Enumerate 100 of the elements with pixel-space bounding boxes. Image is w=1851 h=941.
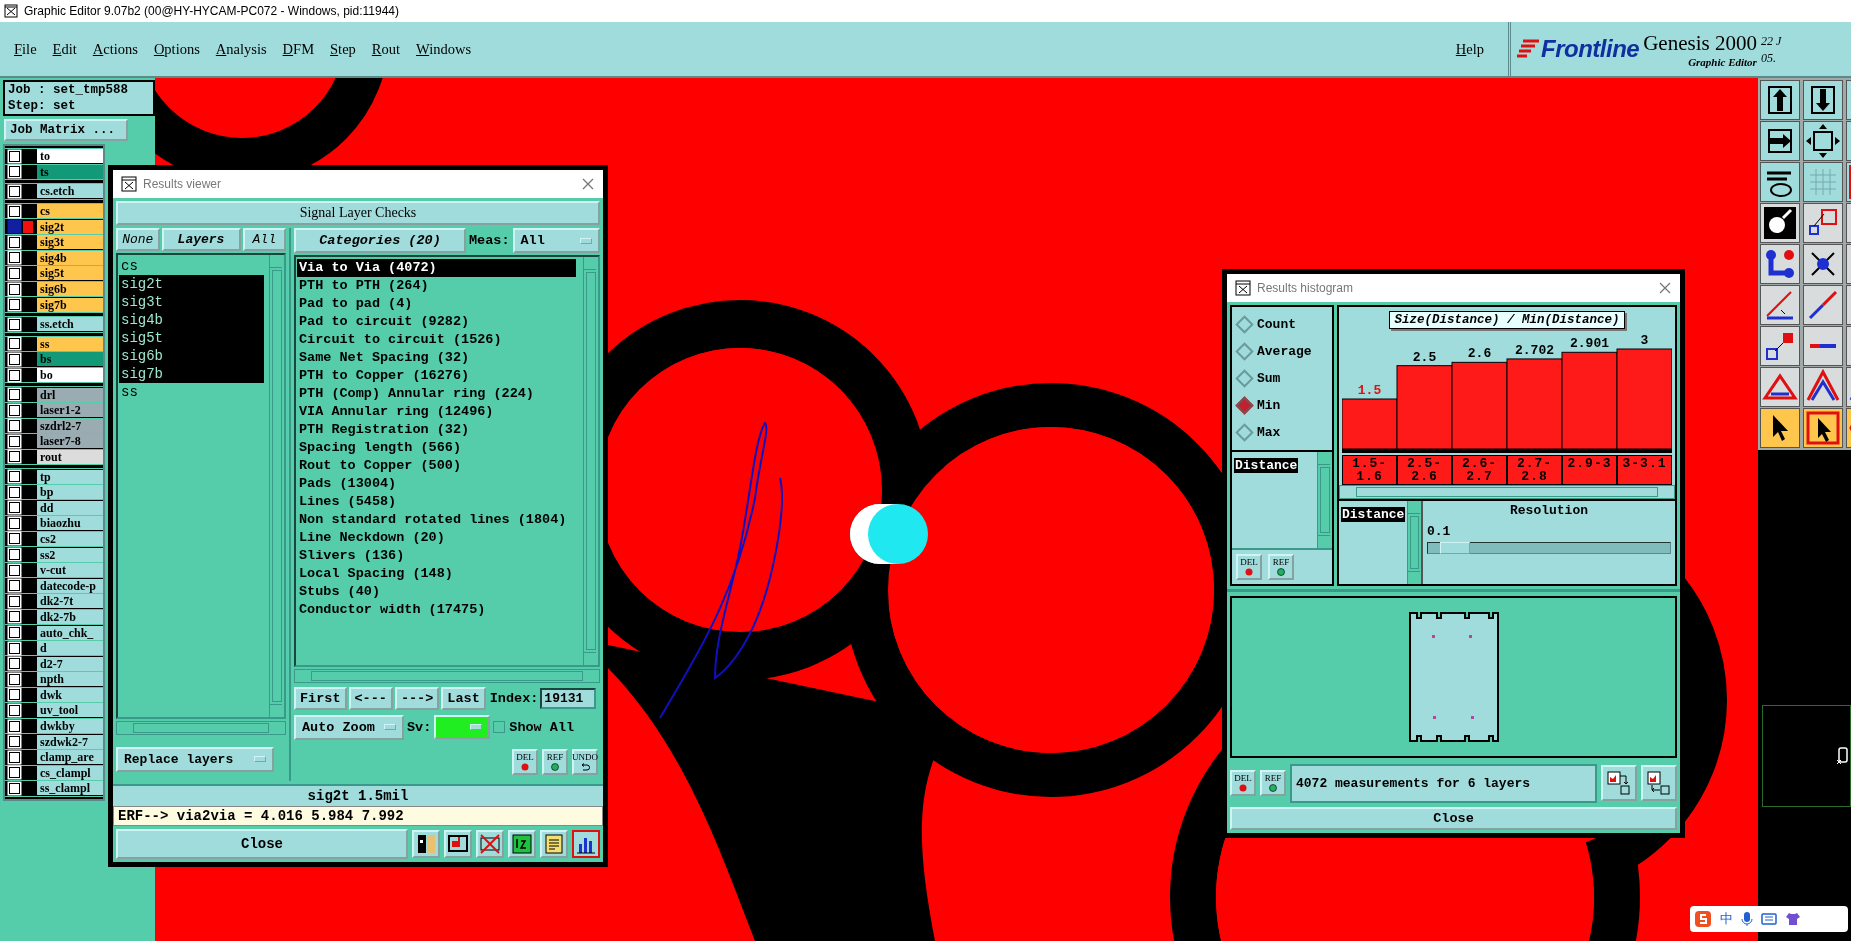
export-button[interactable]	[1601, 765, 1637, 801]
attribute-item[interactable]: Distance	[1234, 458, 1299, 473]
layer-name[interactable]: bs	[37, 352, 103, 367]
layer-checkbox[interactable]	[9, 642, 20, 654]
replace-layers-dropdown[interactable]: Replace layers	[116, 746, 274, 772]
navigation-button[interactable]: --->	[394, 686, 440, 710]
layer-name[interactable]: sig7b	[37, 297, 103, 312]
mode-radio[interactable]: Count	[1232, 311, 1332, 338]
layer-checkbox[interactable]	[9, 502, 20, 514]
category-item[interactable]: PTH Registration (32)	[297, 421, 582, 439]
category-item[interactable]: Stubs (40)	[297, 583, 582, 601]
layer-name[interactable]: szdrl2-7	[37, 418, 103, 433]
layer-name[interactable]: bo	[37, 368, 103, 382]
menu-item[interactable]: File	[8, 38, 43, 60]
layer-item[interactable]: cs	[119, 257, 264, 275]
layer-name[interactable]: dwk	[37, 687, 103, 702]
close-icon[interactable]	[581, 177, 595, 191]
expand-icon[interactable]	[1804, 122, 1842, 160]
menu-item[interactable]: Rout	[365, 38, 407, 60]
layer-name[interactable]: datecode-p	[37, 578, 103, 593]
layer-item[interactable]: sig5t	[119, 329, 264, 347]
delete-button[interactable]: DEL	[1230, 770, 1256, 796]
layer-name[interactable]: szdwk2-7	[37, 734, 103, 749]
layer-checkbox[interactable]	[9, 705, 20, 716]
input-mode-text[interactable]: 中	[1720, 910, 1733, 928]
zoom-mode-dropdown[interactable]: Auto Zoom	[294, 714, 404, 740]
refresh-button[interactable]: REF	[1268, 554, 1294, 580]
layer-name[interactable]: dk2-7b	[37, 609, 103, 624]
resolution-slider[interactable]	[1427, 542, 1671, 554]
horizontal-scrollbar[interactable]	[1339, 485, 1675, 499]
layer-name[interactable]: sig2t	[37, 219, 103, 234]
menu-item[interactable]: DFM	[276, 38, 321, 60]
slider-thumb[interactable]	[1440, 542, 1471, 554]
layer-item[interactable]: sig6b	[119, 347, 264, 365]
layer-name[interactable]: ss.etch	[37, 317, 103, 332]
layer-checkbox[interactable]	[9, 353, 20, 365]
layer-checkbox[interactable]	[9, 420, 20, 432]
category-item[interactable]: Rout to Copper (500)	[297, 457, 582, 475]
layer-checkbox[interactable]	[9, 150, 20, 162]
categories-button[interactable]: Categories (20)	[294, 228, 466, 253]
category-item[interactable]: Same Net Spacing (32)	[297, 349, 582, 367]
job-matrix-button[interactable]: Job Matrix ...	[4, 119, 128, 141]
layer-checkbox[interactable]	[9, 369, 20, 381]
show-all-checkbox[interactable]: Show All	[493, 719, 575, 735]
category-item[interactable]: Slivers (136)	[297, 547, 582, 565]
navigation-button[interactable]: <---	[348, 686, 393, 710]
vertical-scrollbar[interactable]	[269, 255, 284, 717]
category-item[interactable]: Pad to pad (4)	[297, 295, 582, 313]
layer-checkbox[interactable]	[9, 252, 20, 264]
layer-name[interactable]: ss_clampl	[37, 781, 103, 796]
layer-name[interactable]: cs.etch	[37, 184, 103, 199]
snap-icon[interactable]	[1761, 204, 1799, 242]
category-item[interactable]: Spacing length (566)	[297, 439, 582, 457]
layer-name[interactable]: sig5t	[37, 266, 103, 281]
layer-checkbox[interactable]	[9, 611, 20, 623]
layer-name[interactable]: ts	[37, 164, 103, 179]
menu-item[interactable]: Options	[147, 38, 206, 60]
layer-checkbox[interactable]	[9, 318, 20, 330]
layer-checkbox[interactable]	[9, 221, 20, 233]
layer-name[interactable]: sig3t	[37, 235, 103, 250]
layer-checkbox[interactable]	[9, 166, 20, 178]
layer-checkbox[interactable]	[9, 283, 20, 295]
layer-item[interactable]: ss	[119, 383, 264, 401]
category-item[interactable]: PTH to PTH (264)	[297, 277, 582, 295]
category-item[interactable]: Line Neckdown (20)	[297, 529, 582, 547]
mode-radio[interactable]: Sum	[1232, 365, 1332, 392]
close-icon[interactable]	[1658, 281, 1672, 295]
layer-item[interactable]: sig3t	[119, 293, 264, 311]
layer-checkbox[interactable]	[9, 595, 20, 607]
layer-checkbox[interactable]	[9, 533, 20, 545]
layer-checkbox[interactable]	[9, 267, 20, 279]
layer-name[interactable]: uv_tool	[37, 703, 103, 718]
layer-name[interactable]: cs2	[37, 531, 103, 546]
category-item[interactable]: PTH (Comp) Annular ring (224)	[297, 385, 582, 403]
mode-radio[interactable]: Min	[1232, 392, 1332, 419]
layer-checkbox[interactable]	[9, 627, 20, 638]
category-item[interactable]: Lines (5458)	[297, 493, 582, 511]
layer-checkbox[interactable]	[9, 720, 20, 732]
layer-name[interactable]: sig4b	[37, 250, 103, 265]
index-field[interactable]: 19131	[540, 687, 597, 709]
meas-dropdown[interactable]: All	[512, 228, 600, 253]
layer-name[interactable]: sig6b	[37, 282, 103, 297]
delete-button[interactable]: DEL	[1236, 554, 1262, 580]
category-item[interactable]: Pads (13004)	[297, 475, 582, 493]
layer-name[interactable]: ss2	[37, 547, 103, 562]
import-button[interactable]	[1641, 765, 1677, 801]
pointer-frame-icon[interactable]	[1804, 409, 1842, 447]
layer-item[interactable]: sig4b	[119, 311, 264, 329]
layer-name[interactable]: to	[37, 149, 103, 164]
layer-checkbox[interactable]	[9, 435, 20, 447]
menu-item[interactable]: Analysis	[209, 38, 273, 60]
layer-name[interactable]: laser1-2	[37, 403, 103, 418]
delete-button[interactable]: DEL	[512, 749, 538, 775]
layer-name[interactable]: dwkby	[37, 719, 103, 734]
layer-item[interactable]: sig2t	[119, 275, 264, 293]
layer-name[interactable]: v-cut	[37, 563, 103, 578]
menu-item[interactable]: Actions	[86, 38, 144, 60]
layer-name[interactable]: cs	[37, 204, 103, 219]
close-button[interactable]: Close	[116, 829, 408, 859]
layer-checkbox[interactable]	[9, 338, 20, 350]
